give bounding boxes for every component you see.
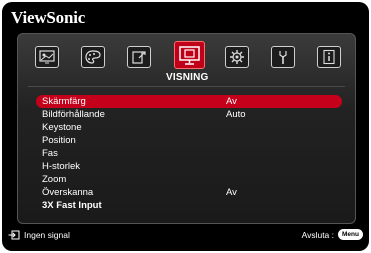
menu-item-label: Keystone xyxy=(42,122,82,133)
osd-window: ViewSonic VISNING Skärmfärg Av Bildförhå… xyxy=(2,2,369,251)
display-image-icon xyxy=(39,50,55,64)
menu-item-label: 3X Fast Input xyxy=(42,200,102,211)
info-icon xyxy=(323,49,335,65)
menu-item-label: Zoom xyxy=(42,174,67,185)
menu-item-value: Av xyxy=(226,96,237,107)
active-tab-label: VISNING xyxy=(166,72,209,83)
menu-item-overskanna[interactable]: Överskanna Av xyxy=(36,186,342,199)
signal-text: Ingen signal xyxy=(24,230,70,240)
menu-item-label: Fas xyxy=(42,148,58,159)
gear-icon xyxy=(230,50,244,64)
menu-item-3x-fast-input[interactable]: 3X Fast Input xyxy=(36,199,342,212)
menu-item-bildforhallande[interactable]: Bildförhållande Auto xyxy=(36,108,342,121)
menu-item-value: Av xyxy=(226,187,237,198)
menu-item-label: Bildförhållande xyxy=(42,109,105,120)
menu-item-position[interactable]: Position xyxy=(36,134,342,147)
menu-item-value: Auto xyxy=(226,109,246,120)
status-bar: Ingen signal Avsluta : Menu xyxy=(2,228,369,244)
menu-item-skarmfarg[interactable]: Skärmfärg Av xyxy=(36,95,342,108)
tab-display[interactable] xyxy=(35,46,59,68)
tab-bar: VISNING xyxy=(18,34,355,88)
exit-text: Avsluta : xyxy=(301,229,335,240)
menu-item-fas[interactable]: Fas xyxy=(36,147,342,160)
tab-info[interactable] xyxy=(317,46,341,68)
tab-settings[interactable] xyxy=(225,46,249,68)
menu-panel: VISNING Skärmfärg Av Bildförhållande Aut… xyxy=(17,33,356,224)
tab-advanced[interactable] xyxy=(271,46,295,68)
menu-item-label: Skärmfärg xyxy=(42,96,86,107)
tab-source[interactable] xyxy=(127,46,151,68)
menu-item-h-storlek[interactable]: H-storlek xyxy=(36,160,342,173)
menu-list: Skärmfärg Av Bildförhållande Auto Keysto… xyxy=(36,95,342,212)
input-source-icon xyxy=(8,230,20,240)
brand-logo: ViewSonic xyxy=(11,8,86,27)
menu-item-zoom[interactable]: Zoom xyxy=(36,173,342,186)
menu-item-label: Position xyxy=(42,135,76,146)
source-input-icon xyxy=(132,51,146,64)
tools-icon xyxy=(279,51,287,64)
divider xyxy=(28,86,345,87)
menu-item-label: Överskanna xyxy=(42,187,94,198)
signal-status: Ingen signal xyxy=(8,230,70,240)
exit-hint: Avsluta : Menu xyxy=(302,229,363,240)
menu-item-label: H-storlek xyxy=(42,161,81,172)
projector-screen-icon xyxy=(179,46,200,65)
menu-key-icon[interactable]: Menu xyxy=(338,229,363,240)
tab-picture[interactable] xyxy=(81,46,105,68)
menu-item-keystone[interactable]: Keystone xyxy=(36,121,342,134)
tab-visning[interactable] xyxy=(174,41,205,69)
color-palette-icon xyxy=(85,50,101,64)
